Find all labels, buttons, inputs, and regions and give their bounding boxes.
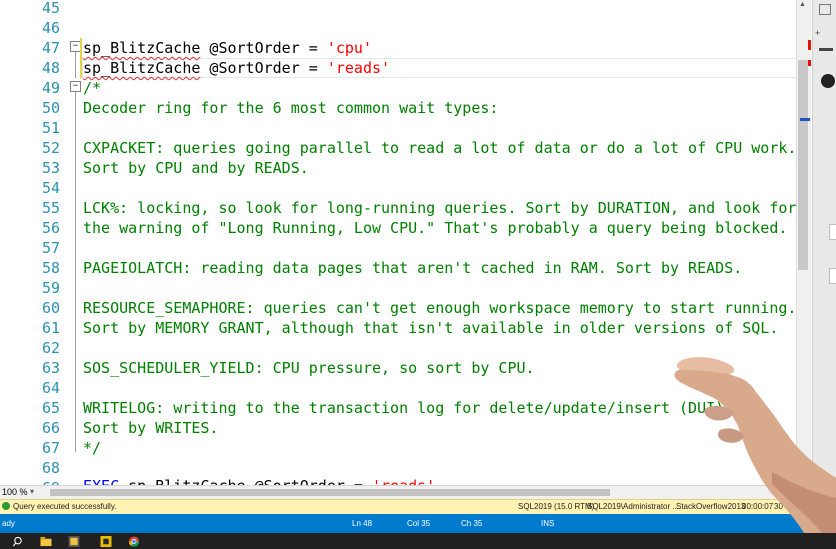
line-number: 54 <box>41 179 60 197</box>
success-check-icon <box>2 502 10 510</box>
change-marker <box>80 58 82 78</box>
zoom-level[interactable]: 100 % <box>2 487 28 497</box>
line-number: 49 <box>41 79 60 97</box>
line-number: 69 <box>0 478 60 485</box>
code-line-49: /* <box>83 79 102 97</box>
panel-tab[interactable] <box>829 268 836 284</box>
line-number: 61 <box>41 319 60 337</box>
code-line-61: Sort by MEMORY GRANT, although that isn'… <box>83 319 779 337</box>
taskbar <box>0 533 836 549</box>
string-literal: 'reads' <box>372 477 435 485</box>
change-marker <box>80 38 82 58</box>
line-number: 68 <box>41 459 60 477</box>
line-number: 64 <box>41 379 60 397</box>
file-explorer-icon[interactable] <box>40 536 52 547</box>
code-line-67: */ <box>83 439 102 457</box>
horizontal-scroll-thumb[interactable] <box>50 489 610 496</box>
error-marker <box>808 60 811 66</box>
line-number: 59 <box>41 279 60 297</box>
code-line-52: CXPACKET: queries going parallel to read… <box>83 139 797 157</box>
code-line-53: Sort by CPU and by READS. <box>83 159 309 177</box>
avatar[interactable] <box>821 74 835 88</box>
code-line-65: WRITELOG: writing to the transaction log… <box>83 399 752 417</box>
zoom-dropdown-icon[interactable]: ▾ <box>30 487 34 496</box>
toolbar-icon[interactable] <box>819 48 833 51</box>
fold-guide <box>75 92 76 452</box>
scroll-up-icon[interactable]: ▲ <box>799 1 807 9</box>
line-number: 56 <box>41 219 60 237</box>
param-text: sp_BlitzCache @SortOrder = <box>119 477 372 485</box>
string-literal: 'cpu' <box>326 39 372 57</box>
server-name: SQL2019 (15.0 RTM) <box>518 502 595 511</box>
code-line-63: SOS_SCHEDULER_YIELD: CPU pressure, so so… <box>83 359 535 377</box>
code-line-50: Decoder ring for the 6 most common wait … <box>83 99 499 117</box>
insert-mode: INS <box>541 519 555 528</box>
caret-position-marker <box>800 118 810 121</box>
line-indicator: Ln 48 <box>352 519 373 528</box>
code-line-60: RESOURCE_SEMAPHORE: queries can't get en… <box>83 299 797 317</box>
param-text: @SortOrder = <box>200 59 327 77</box>
proc-name: sp_BlitzCache <box>83 59 201 77</box>
line-number: 57 <box>41 239 60 257</box>
exec-keyword: EXEC <box>83 477 119 485</box>
line-number: 46 <box>41 19 60 37</box>
line-number: 52 <box>41 139 60 157</box>
code-line-66: Sort by WRITES. <box>83 419 219 437</box>
code-line-47: sp_BlitzCache @SortOrder = 'cpu' <box>83 38 372 58</box>
line-number: 51 <box>41 119 60 137</box>
param-text: @SortOrder = <box>200 39 327 57</box>
line-number: 60 <box>41 299 60 317</box>
collapse-icon[interactable]: − <box>70 81 81 92</box>
code-line-58: PAGEIOLATCH: reading data pages that are… <box>83 259 743 277</box>
ready-status: ady <box>2 519 15 528</box>
line-number: 53 <box>41 159 60 177</box>
line-number: 48 <box>41 59 60 77</box>
error-marker <box>808 40 811 50</box>
code-line-48: sp_BlitzCache @SortOrder = 'reads' <box>83 58 390 78</box>
line-number: 47 <box>41 39 60 57</box>
char-indicator: Ch 35 <box>461 519 483 528</box>
query-message: Query executed successfully. <box>13 502 117 511</box>
code-line-56: the warning of "Long Running, Low CPU." … <box>83 219 788 237</box>
line-number: 45 <box>41 0 60 17</box>
line-number: 66 <box>41 419 60 437</box>
string-literal: 'reads' <box>326 59 391 77</box>
line-number: 62 <box>41 339 60 357</box>
line-number: 67 <box>41 439 60 457</box>
vertical-scroll-thumb[interactable] <box>798 60 808 270</box>
line-number: 55 <box>41 199 60 217</box>
ssms-icon[interactable] <box>68 536 80 547</box>
code-line-55: LCK%: locking, so look for long-running … <box>83 199 797 217</box>
line-number: 50 <box>41 99 60 117</box>
code-line-69: EXEC sp_BlitzCache @SortOrder = 'reads' <box>83 476 435 485</box>
line-number: 65 <box>41 399 60 417</box>
panel-icon[interactable] <box>819 4 831 15</box>
add-icon[interactable]: + <box>815 28 820 38</box>
proc-name: sp_BlitzCache <box>83 39 201 57</box>
hand-overlay <box>674 357 836 533</box>
line-number: 63 <box>41 359 60 377</box>
panel-tab[interactable] <box>829 224 836 240</box>
search-icon[interactable] <box>12 536 24 547</box>
column-indicator: Col 35 <box>407 519 431 528</box>
login-name: SQL2019\Administrator ... <box>587 502 680 511</box>
line-number: 58 <box>41 259 60 277</box>
app-icon[interactable] <box>100 536 112 547</box>
fold-guide <box>75 52 76 78</box>
chrome-icon[interactable] <box>128 536 140 547</box>
